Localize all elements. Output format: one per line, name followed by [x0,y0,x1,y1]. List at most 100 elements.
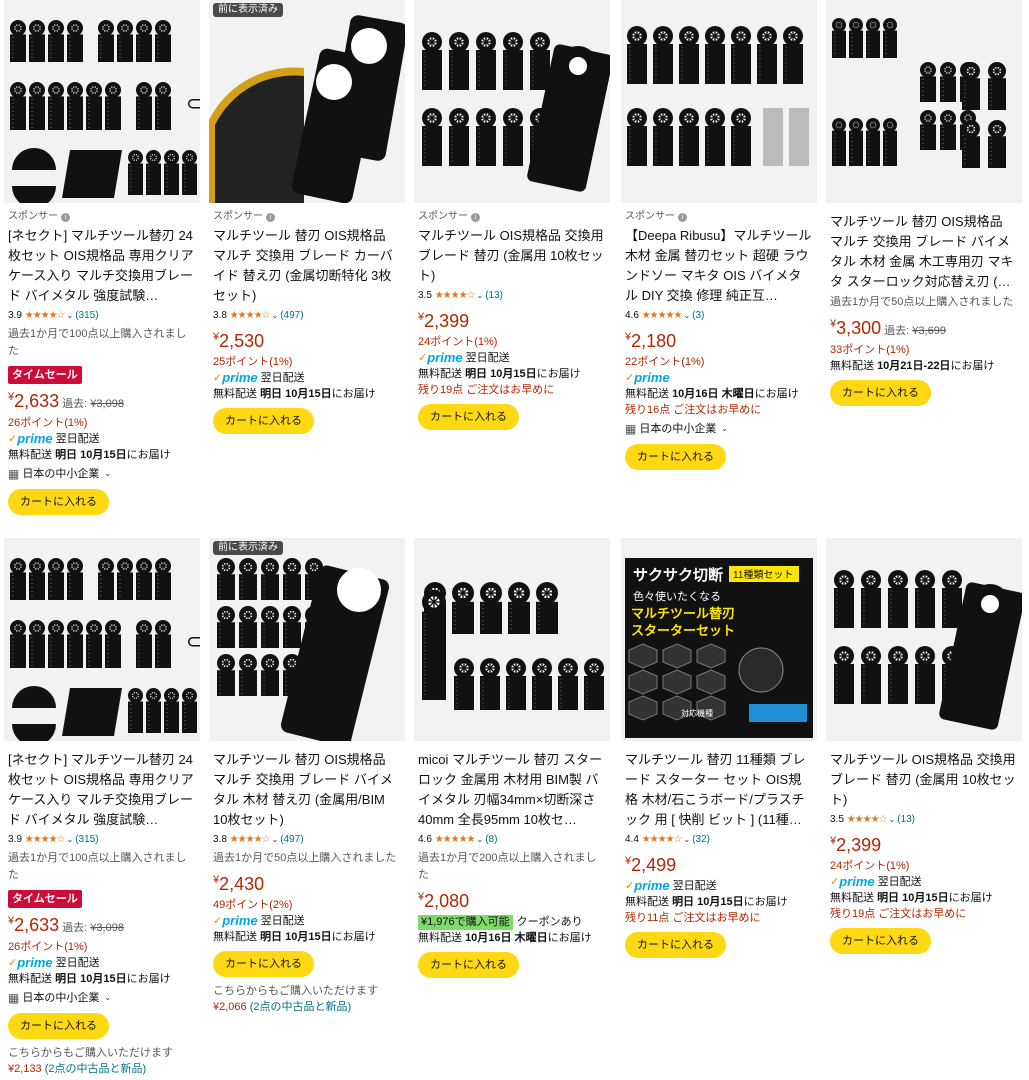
product-title[interactable]: [ネセクト] マルチツール替刃 24枚セット OIS規格品 専用クリアケース入り… [8,226,197,306]
chevron-down-icon[interactable]: ⌄ [477,291,484,300]
product-image[interactable] [414,0,610,203]
product-photo[interactable] [621,0,817,203]
price[interactable]: ¥2,499 [625,855,676,875]
product-title[interactable]: マルチツール 替刃 11種類 ブレード スターター セット OIS規格 木材/石… [625,750,814,830]
review-count-link[interactable]: (13) [485,290,503,301]
add-to-cart-button[interactable]: カートに入れる [418,404,519,430]
product-photo[interactable] [826,0,1022,203]
product-photo[interactable]: サクサク切断 11種類セット色々使いたくなるマルチツール替刃スターターセット対応機… [621,538,817,741]
product-title[interactable]: マルチツール 替刃 OIS規格品 マルチ 交換用 ブレード カーバイド 替え刃 … [213,226,402,306]
product-image[interactable]: サクサク切断 11種類セット 色々使いたくなる マルチツール替刃 スターターセット 対応機… [621,538,817,741]
rating-row[interactable]: 4.6 ★★★★★ ⌄ (8) [418,832,607,848]
rating-row[interactable]: 3.8 ★★★★☆ ⌄ (497) [213,832,402,848]
product-photo[interactable] [209,538,405,741]
other-offers-link[interactable]: (2点の中古品と新品) [250,1001,351,1013]
product-image[interactable]: ⊂⊃ [4,0,200,203]
product-card[interactable]: 前に表示済み スポンサー i マルチツール 替刃 OIS規格品 マルチ 交換用 ブレー… [209,0,405,434]
product-card[interactable]: 前に表示済みマルチツール 替刃 OIS規格品 マルチ 交換用 ブレード バイメタ… [209,538,405,1015]
product-title[interactable]: [ネセクト] マルチツール替刃 24枚セット OIS規格品 専用クリアケース入り… [8,750,197,830]
info-icon[interactable]: i [266,212,275,222]
add-to-cart-button[interactable]: カートに入れる [8,489,109,515]
add-to-cart-button[interactable]: カートに入れる [625,444,726,470]
product-card[interactable]: ⊂⊃ スポンサーi [ネセクト] マルチツール替刃 24枚セット OIS規格品 専用… [4,0,200,515]
chevron-down-icon[interactable]: ⌄ [684,835,691,844]
review-count-link[interactable]: (497) [280,834,303,845]
price[interactable]: ¥2,430 [213,874,264,894]
rating-row[interactable]: 3.8 ★★★★☆ ⌄ (497) [213,308,402,324]
product-card[interactable]: スポンサー i 【Deepa Ribusu】マルチツール 木材 金属 替刃セット 超… [621,0,817,470]
info-icon[interactable]: i [61,212,70,222]
product-photo[interactable]: ⊂⊃ [4,538,200,741]
rating-row[interactable]: 4.4 ★★★★☆ ⌄ (32) [625,832,814,848]
add-to-cart-button[interactable]: カートに入れる [830,380,931,406]
product-title[interactable]: 【Deepa Ribusu】マルチツール 木材 金属 替刃セット 超硬 ラウンド… [625,226,814,306]
chevron-down-icon[interactable]: ⌄ [67,835,74,844]
chevron-down-icon[interactable]: ⌄ [477,835,484,844]
chevron-down-icon[interactable]: ⌄ [889,815,896,824]
product-title[interactable]: micoi マルチツール 替刃 スターロック 金属用 木材用 BIM製 バイメタ… [418,750,607,830]
product-card[interactable]: サクサク切断 11種類セット 色々使いたくなる マルチツール替刃 スターターセット 対応機… [621,538,817,958]
price[interactable]: ¥2,399 [830,835,881,855]
chevron-down-icon[interactable]: ⌄ [684,311,691,320]
chevron-down-icon[interactable]: ⌄ [721,420,728,438]
product-card[interactable]: ⊂⊃ [ネセクト] マルチツール替刃 24枚セット OIS規格品 専用クリアケース… [4,538,200,1077]
rating-row[interactable]: 3.9 ★★★★☆ ⌄ (315) [8,832,197,848]
add-to-cart-button[interactable]: カートに入れる [418,952,519,978]
product-image[interactable] [414,538,610,741]
review-count-link[interactable]: (3) [692,310,704,321]
sme-badge[interactable]: ▦ 日本の中小企業 ⌄ [625,420,814,438]
coupon-badge[interactable]: ¥1,976で購入可能 [418,914,513,930]
product-image[interactable] [826,538,1022,741]
product-photo[interactable]: ⊂⊃ [4,0,200,203]
product-photo[interactable] [414,0,610,203]
rating-row[interactable]: 3.5 ★★★★☆ ⌄ (13) [830,812,1019,828]
product-title[interactable]: マルチツール 替刃 OIS規格品 マルチ 交換用 ブレード バイメタル 木材 替… [213,750,402,830]
review-count-link[interactable]: (8) [485,834,497,845]
rating-row[interactable]: 3.9 ★★★★☆ ⌄ (315) [8,308,197,324]
rating-row[interactable]: 3.5 ★★★★☆ ⌄ (13) [418,288,607,304]
rating-row[interactable]: 4.6 ★★★★★ ⌄ (3) [625,308,814,324]
price[interactable]: ¥2,399 [418,311,469,331]
product-title[interactable]: マルチツール OIS規格品 交換用ブレード 替刃 (金属用 10枚セット) [418,226,607,286]
review-count-link[interactable]: (32) [692,834,710,845]
price[interactable]: ¥2,633 [8,915,59,935]
chevron-down-icon[interactable]: ⌄ [104,989,111,1007]
price[interactable]: ¥2,080 [418,891,469,911]
info-icon[interactable]: i [471,212,480,222]
product-card[interactable]: マルチツール 替刃 OIS規格品 マルチ 交換用 ブレード バイメタル 木材 金… [826,0,1022,406]
product-image[interactable]: ⊂⊃ [4,538,200,741]
chevron-down-icon[interactable]: ⌄ [67,311,74,320]
add-to-cart-button[interactable]: カートに入れる [213,951,314,977]
product-photo[interactable] [826,538,1022,741]
product-photo[interactable] [209,0,405,203]
product-image[interactable]: 前に表示済み [209,0,405,203]
review-count-link[interactable]: (13) [897,814,915,825]
product-image[interactable] [826,0,1022,203]
sme-badge[interactable]: ▦ 日本の中小企業 ⌄ [8,465,197,483]
price[interactable]: ¥2,180 [625,331,676,351]
info-icon[interactable]: i [678,212,687,222]
review-count-link[interactable]: (315) [75,310,98,321]
add-to-cart-button[interactable]: カートに入れる [625,932,726,958]
sme-badge[interactable]: ▦ 日本の中小企業 ⌄ [8,989,197,1007]
product-image[interactable]: 前に表示済み [209,538,405,741]
chevron-down-icon[interactable]: ⌄ [272,311,279,320]
price[interactable]: ¥2,530 [213,331,264,351]
add-to-cart-button[interactable]: カートに入れる [8,1013,109,1039]
product-image[interactable] [621,0,817,203]
product-card[interactable]: スポンサー i マルチツール OIS規格品 交換用ブレード 替刃 (金属用 10枚セ… [414,0,610,430]
other-offers-price[interactable]: ¥2,066 (2点の中古品と新品) [213,999,402,1015]
product-card[interactable]: マルチツール OIS規格品 交換用ブレード 替刃 (金属用 10枚セット) 3.5… [826,538,1022,954]
product-card[interactable]: micoi マルチツール 替刃 スターロック 金属用 木材用 BIM製 バイメタ… [414,538,610,978]
price[interactable]: ¥2,633 [8,391,59,411]
product-title[interactable]: マルチツール OIS規格品 交換用ブレード 替刃 (金属用 10枚セット) [830,750,1019,810]
other-offers-link[interactable]: (2点の中古品と新品) [45,1063,146,1075]
chevron-down-icon[interactable]: ⌄ [104,465,111,483]
chevron-down-icon[interactable]: ⌄ [272,835,279,844]
review-count-link[interactable]: (497) [280,310,303,321]
product-title[interactable]: マルチツール 替刃 OIS規格品 マルチ 交換用 ブレード バイメタル 木材 金… [830,212,1019,292]
price[interactable]: ¥3,300 [830,318,881,338]
other-offers-price[interactable]: ¥2,133 (2点の中古品と新品) [8,1061,197,1077]
review-count-link[interactable]: (315) [75,834,98,845]
add-to-cart-button[interactable]: カートに入れる [213,408,314,434]
